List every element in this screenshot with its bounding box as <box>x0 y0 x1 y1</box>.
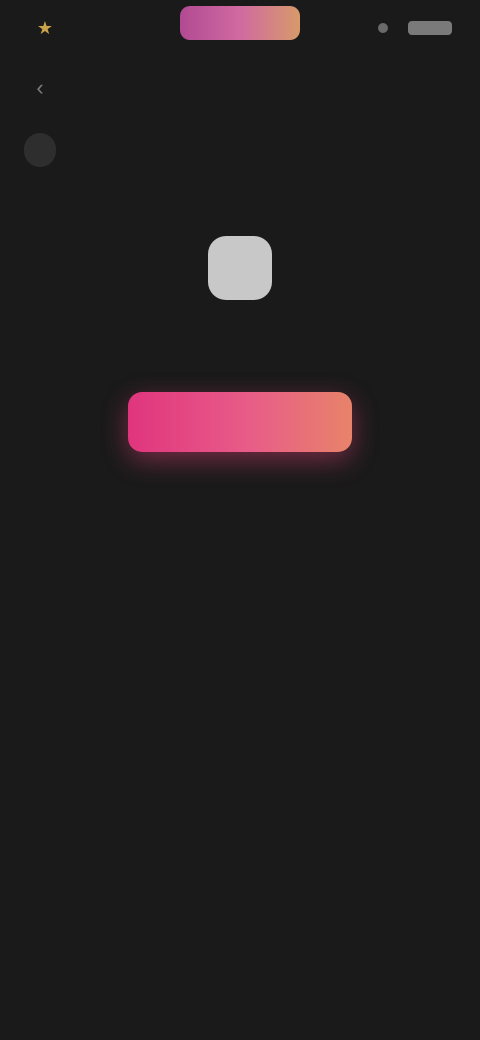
empty-state <box>0 236 480 452</box>
status-bar-right <box>378 21 452 35</box>
tab-4[interactable] <box>186 133 218 167</box>
battery-icon <box>408 21 452 35</box>
tab-3[interactable] <box>132 133 164 167</box>
signal-icon <box>378 23 388 33</box>
back-button[interactable]: ‹ <box>26 74 54 102</box>
status-bar-left: ★ <box>34 17 66 39</box>
tab-bar <box>0 128 480 172</box>
placeholder-icon <box>208 236 272 300</box>
chevron-left-icon: ‹ <box>36 75 44 100</box>
primary-action-button[interactable] <box>128 392 352 452</box>
header: ‹ <box>0 64 480 112</box>
tab-2[interactable] <box>78 133 110 167</box>
tab-1[interactable] <box>24 133 56 167</box>
brand-badge[interactable] <box>180 6 300 40</box>
app-screen: ★ ‹ <box>0 0 480 1040</box>
star-icon[interactable]: ★ <box>34 17 56 39</box>
